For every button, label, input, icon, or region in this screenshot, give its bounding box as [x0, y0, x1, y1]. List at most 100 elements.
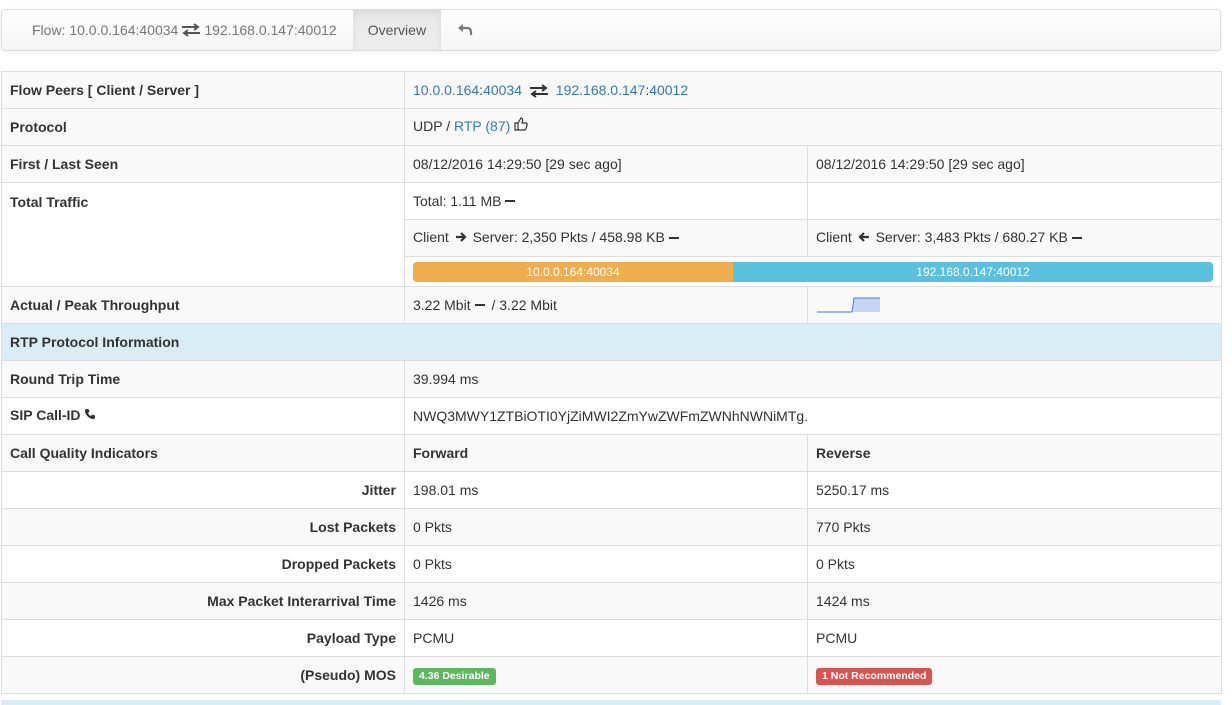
protocol-label: Protocol: [1, 108, 405, 146]
client-port-link[interactable]: 40034: [483, 82, 522, 98]
throughput-sep: /: [487, 297, 500, 313]
row-jitter: Jitter 198.01 ms 5250.17 ms: [1, 471, 1223, 509]
interarrival-label: Max Packet Interarrival Time: [1, 582, 405, 620]
mos-forward-badge: 4.36 Desirable: [413, 667, 496, 685]
jitter-forward: 198.01 ms: [404, 471, 808, 509]
traffic-progress: 10.0.0.164:40034 192.168.0.147:40012: [413, 261, 1213, 282]
client-traffic-bar: 10.0.0.164:40034: [413, 261, 733, 282]
lost-packets-forward: 0 Pkts: [404, 508, 808, 546]
next-section-strip: [1, 700, 1221, 705]
cqi-forward-header: Forward: [404, 434, 808, 472]
total-traffic-empty: [806, 182, 1223, 220]
jitter-reverse: 5250.17 ms: [806, 471, 1223, 509]
minus-icon: [668, 236, 679, 239]
row-protocol: Protocol UDP / RTP (87): [1, 108, 1223, 146]
rtp-section-title: RTP Protocol Information: [0, 323, 1223, 361]
flow-peers-label: Flow Peers [ Client / Server ]: [1, 71, 405, 109]
jitter-label: Jitter: [1, 471, 405, 509]
server-traffic-bar: 192.168.0.147:40012: [733, 261, 1213, 282]
first-last-seen-label: First / Last Seen: [1, 145, 405, 183]
row-first-last-seen: First / Last Seen 08/12/2016 14:29:50 [2…: [1, 145, 1223, 183]
first-seen-value: 08/12/2016 14:29:50 [29 sec ago]: [404, 145, 808, 183]
server-ip-link[interactable]: 192.168.0.147: [556, 82, 646, 98]
thumbs-up-icon: [514, 117, 528, 134]
total-traffic-text: Total: 1.11 MB: [413, 193, 502, 209]
exchange-icon: [181, 23, 201, 37]
minus-icon: [505, 200, 516, 203]
throughput-label: Actual / Peak Throughput: [1, 286, 405, 324]
row-dropped-packets: Dropped Packets 0 Pkts 0 Pkts: [1, 545, 1223, 583]
peak-throughput: 3.22 Mbit: [499, 297, 557, 313]
payload-type-reverse: PCMU: [806, 619, 1223, 657]
sip-call-id-value: NWQ3MWY1ZTBiOTI0YjZiMWI2ZmYwZWFmZWNhNWNi…: [403, 397, 1223, 435]
row-total-traffic: Total Traffic Total: 1.11 MB: [1, 182, 1223, 287]
row-sip-call-id: SIP Call-ID NWQ3MWY1ZTBiOTI0YjZiMWI2ZmYw…: [1, 397, 1223, 435]
s2c-suffix: Server: 3,483 Pkts / 680.27 KB: [875, 229, 1068, 246]
c2s-prefix: Client: [413, 229, 449, 246]
top-navbar: Flow: 10.0.0.164:40034 192.168.0.147:400…: [1, 9, 1221, 51]
lost-packets-reverse: 770 Pkts: [806, 508, 1223, 546]
row-rtp-header: RTP Protocol Information: [0, 323, 1223, 361]
protocol-value: UDP / RTP (87): [403, 108, 1223, 146]
interarrival-reverse: 1424 ms: [806, 582, 1223, 620]
undo-icon: [457, 22, 473, 39]
arrow-left-icon: [858, 230, 870, 246]
throughput-sparkline: [817, 297, 880, 313]
row-mos: (Pseudo) MOS 4.36 Desirable 1 Not Recomm…: [1, 656, 1223, 694]
mos-label: (Pseudo) MOS: [1, 656, 405, 694]
flow-server: 192.168.0.147:40012: [204, 22, 337, 38]
flow-title: Flow: 10.0.0.164:40034 192.168.0.147:400…: [2, 10, 353, 50]
flow-prefix: Flow:: [32, 22, 66, 38]
last-seen-value: 08/12/2016 14:29:50 [29 sec ago]: [806, 145, 1223, 183]
throughput-sparkline-cell: [806, 286, 1223, 324]
throughput-value: 3.22 Mbit / 3.22 Mbit: [404, 286, 808, 324]
client-ip-link[interactable]: 10.0.0.164: [413, 82, 479, 98]
l7-protocol-link[interactable]: RTP (87): [454, 118, 510, 134]
flow-client: 10.0.0.164:40034: [69, 22, 179, 38]
server-port-link[interactable]: 40012: [649, 82, 688, 98]
sip-call-id-label: SIP Call-ID: [10, 407, 81, 424]
cqi-reverse-header: Reverse: [806, 434, 1223, 472]
row-payload-type: Payload Type PCMU PCMU: [1, 619, 1223, 657]
mos-reverse-cell: 1 Not Recommended: [806, 656, 1223, 694]
s2c-prefix: Client: [816, 229, 852, 246]
tab-overview[interactable]: Overview: [352, 10, 442, 50]
minus-icon: [474, 304, 485, 307]
protocol-sep: /: [442, 118, 454, 135]
row-call-quality: Call Quality Indicators Forward Reverse: [1, 434, 1223, 472]
dropped-packets-label: Dropped Packets: [1, 545, 405, 583]
dropped-packets-reverse: 0 Pkts: [806, 545, 1223, 583]
lost-packets-label: Lost Packets: [1, 508, 405, 546]
total-traffic-value: Total: 1.11 MB: [404, 182, 808, 220]
mos-reverse-badge: 1 Not Recommended: [816, 667, 933, 685]
traffic-bar-cell: 10.0.0.164:40034 192.168.0.147:40012: [403, 256, 1223, 287]
exchange-icon: [529, 84, 549, 98]
flow-peers-value: 10.0.0.164:40034 192.168.0.147:40012: [403, 71, 1223, 109]
flow-details-table: Flow Peers [ Client / Server ] 10.0.0.16…: [0, 71, 1223, 694]
back-button[interactable]: [441, 10, 489, 50]
rtt-value: 39.994 ms: [403, 360, 1223, 398]
interarrival-forward: 1426 ms: [404, 582, 808, 620]
row-throughput: Actual / Peak Throughput 3.22 Mbit / 3.2…: [1, 286, 1223, 324]
c2s-traffic: Client Server: 2,350 Pkts / 458.98 KB: [404, 219, 808, 257]
payload-type-forward: PCMU: [404, 619, 808, 657]
c2s-suffix: Server: 2,350 Pkts / 458.98 KB: [472, 229, 665, 246]
phone-icon: [84, 407, 96, 423]
tab-overview-label: Overview: [367, 22, 427, 38]
row-interarrival: Max Packet Interarrival Time 1426 ms 142…: [1, 582, 1223, 620]
mos-forward-cell: 4.36 Desirable: [404, 656, 808, 694]
arrow-right-icon: [455, 230, 467, 246]
actual-throughput: 3.22 Mbit: [413, 297, 471, 313]
sip-call-id-label-cell: SIP Call-ID: [1, 397, 405, 435]
total-traffic-label: Total Traffic: [1, 182, 405, 287]
row-flow-peers: Flow Peers [ Client / Server ] 10.0.0.16…: [1, 71, 1223, 109]
rtt-label: Round Trip Time: [1, 360, 405, 398]
row-rtt: Round Trip Time 39.994 ms: [1, 360, 1223, 398]
row-lost-packets: Lost Packets 0 Pkts 770 Pkts: [1, 508, 1223, 546]
s2c-traffic: Client Server: 3,483 Pkts / 680.27 KB: [806, 219, 1223, 257]
minus-icon: [1071, 236, 1082, 239]
l4-protocol: UDP: [413, 118, 443, 135]
dropped-packets-forward: 0 Pkts: [404, 545, 808, 583]
cqi-label: Call Quality Indicators: [1, 434, 405, 472]
payload-type-label: Payload Type: [1, 619, 405, 657]
